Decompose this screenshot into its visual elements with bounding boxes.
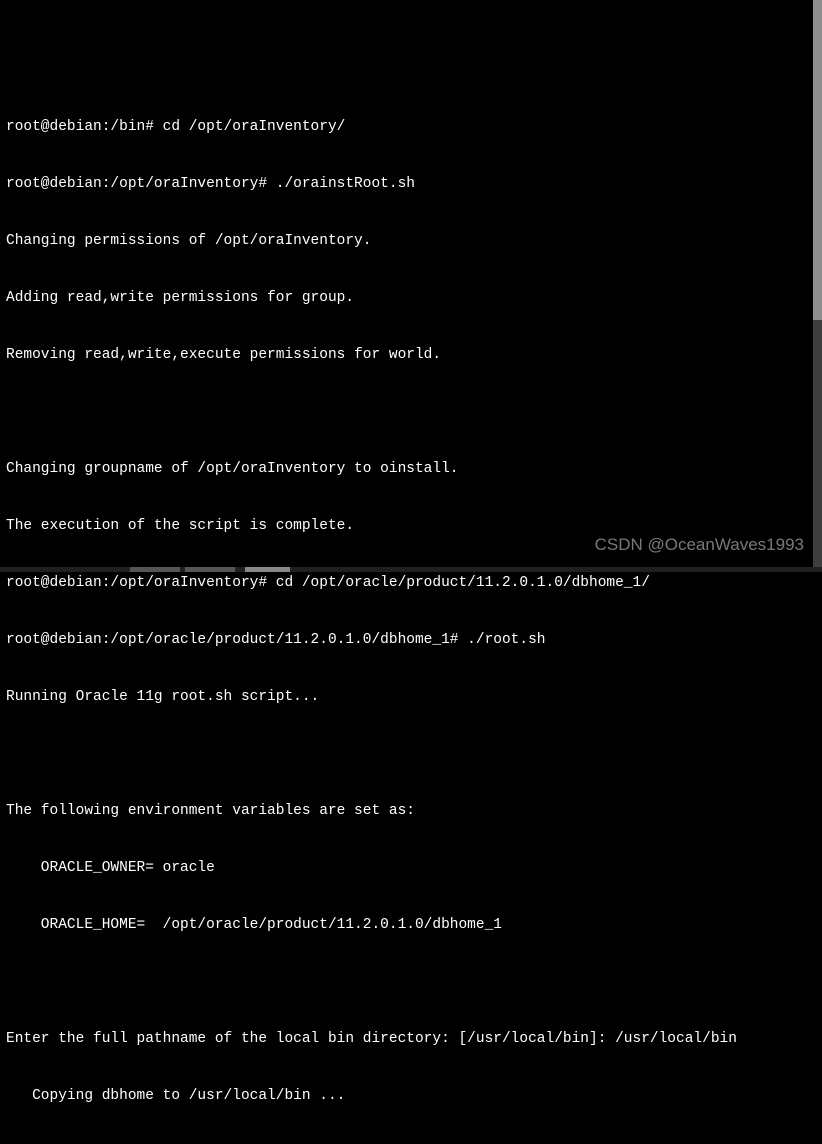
line: The execution of the script is complete. xyxy=(6,517,816,536)
line: Running Oracle 11g root.sh script... xyxy=(6,688,816,707)
line xyxy=(6,403,816,422)
line: The following environment variables are … xyxy=(6,802,816,821)
line: Changing permissions of /opt/oraInventor… xyxy=(6,232,816,251)
line: ORACLE_HOME= /opt/oracle/product/11.2.0.… xyxy=(6,916,816,935)
line: root@debian:/opt/oraInventory# ./orainst… xyxy=(6,175,816,194)
line: Copying dbhome to /usr/local/bin ... xyxy=(6,1087,816,1106)
scrollbar-thumb[interactable] xyxy=(813,0,822,320)
terminal-output[interactable]: root@debian:/bin# cd /opt/oraInventory/ … xyxy=(6,80,816,1144)
line: root@debian:/opt/oraInventory# cd /opt/o… xyxy=(6,574,816,593)
line xyxy=(6,745,816,764)
line: ORACLE_OWNER= oracle xyxy=(6,859,816,878)
line: root@debian:/opt/oracle/product/11.2.0.1… xyxy=(6,631,816,650)
line: root@debian:/bin# cd /opt/oraInventory/ xyxy=(6,118,816,137)
taskbar xyxy=(0,567,822,572)
line: Removing read,write,execute permissions … xyxy=(6,346,816,365)
line: Adding read,write permissions for group. xyxy=(6,289,816,308)
scrollbar[interactable] xyxy=(813,0,822,572)
line: Enter the full pathname of the local bin… xyxy=(6,1030,816,1049)
line xyxy=(6,973,816,992)
line: Changing groupname of /opt/oraInventory … xyxy=(6,460,816,479)
